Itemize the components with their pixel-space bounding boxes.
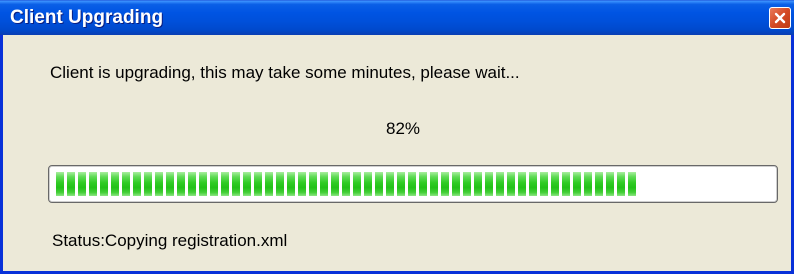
progress-segment — [144, 172, 152, 196]
progress-segment — [551, 172, 559, 196]
progress-segment — [507, 172, 515, 196]
progress-percent: 82% — [385, 119, 421, 138]
progress-segment — [408, 172, 416, 196]
progress-segment — [485, 172, 493, 196]
progress-segment — [89, 172, 97, 196]
title-bar[interactable]: Client Upgrading — [0, 0, 794, 35]
progress-segment — [298, 172, 306, 196]
progress-segment — [188, 172, 196, 196]
close-icon — [774, 12, 786, 24]
progress-segment — [177, 172, 185, 196]
progress-segment — [111, 172, 119, 196]
progress-segment — [276, 172, 284, 196]
close-button[interactable] — [769, 7, 791, 29]
progress-segment — [122, 172, 130, 196]
progress-segment — [430, 172, 438, 196]
progress-segment — [309, 172, 317, 196]
progress-segment — [210, 172, 218, 196]
progress-fill — [56, 172, 636, 196]
progress-segment — [133, 172, 141, 196]
progress-bar — [48, 165, 778, 203]
progress-segment — [287, 172, 295, 196]
progress-segment — [56, 172, 64, 196]
progress-segment — [595, 172, 603, 196]
progress-segment — [375, 172, 383, 196]
progress-segment — [265, 172, 273, 196]
progress-segment — [419, 172, 427, 196]
dialog-content: Client is upgrading, this may take some … — [3, 35, 791, 271]
progress-segment — [67, 172, 75, 196]
progress-segment — [397, 172, 405, 196]
progress-segment — [540, 172, 548, 196]
window-title: Client Upgrading — [10, 7, 164, 28]
upgrade-message: Client is upgrading, this may take some … — [50, 63, 520, 82]
progress-segment — [155, 172, 163, 196]
progress-segment — [386, 172, 394, 196]
progress-segment — [529, 172, 537, 196]
progress-segment — [254, 172, 262, 196]
upgrade-dialog: Client Upgrading Client is upgrading, th… — [0, 0, 794, 274]
progress-segment — [199, 172, 207, 196]
progress-segment — [474, 172, 482, 196]
progress-segment — [78, 172, 86, 196]
progress-segment — [562, 172, 570, 196]
progress-segment — [232, 172, 240, 196]
progress-segment — [342, 172, 350, 196]
status-text: Status:Copying registration.xml — [52, 231, 288, 250]
progress-segment — [100, 172, 108, 196]
progress-segment — [584, 172, 592, 196]
progress-segment — [573, 172, 581, 196]
progress-segment — [617, 172, 625, 196]
progress-segment — [243, 172, 251, 196]
progress-segment — [441, 172, 449, 196]
progress-segment — [166, 172, 174, 196]
progress-segment — [463, 172, 471, 196]
progress-segment — [628, 172, 636, 196]
progress-segment — [364, 172, 372, 196]
progress-segment — [331, 172, 339, 196]
progress-segment — [452, 172, 460, 196]
progress-segment — [518, 172, 526, 196]
progress-segment — [606, 172, 614, 196]
progress-segment — [320, 172, 328, 196]
progress-segment — [496, 172, 504, 196]
progress-segment — [221, 172, 229, 196]
progress-segment — [353, 172, 361, 196]
